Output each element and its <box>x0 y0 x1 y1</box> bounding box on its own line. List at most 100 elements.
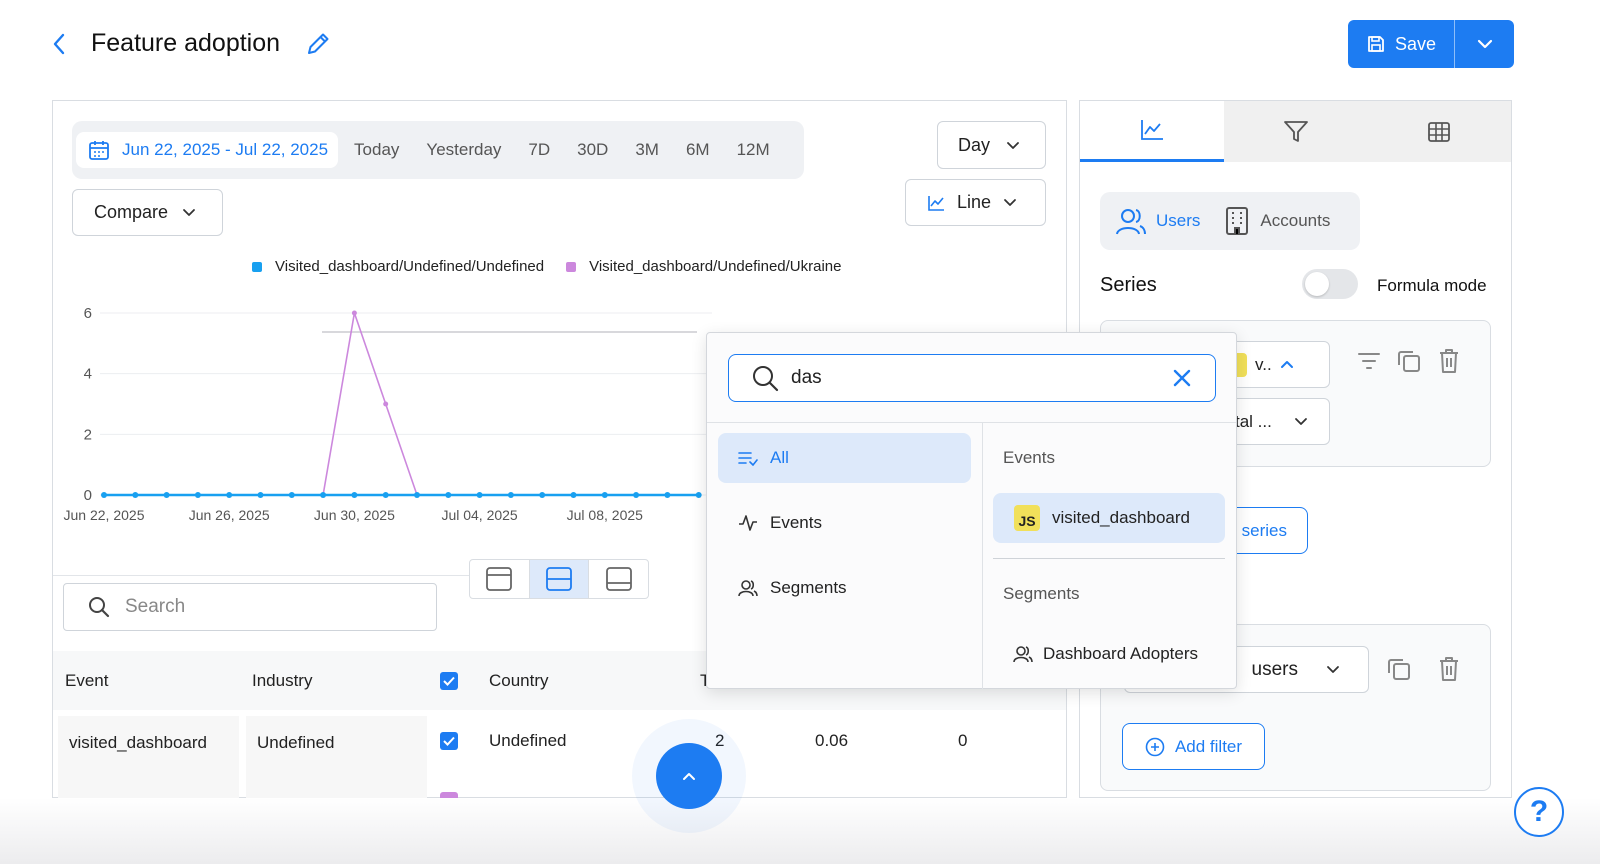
table-search[interactable]: Search <box>63 583 437 631</box>
chevron-down-icon <box>1477 39 1492 49</box>
tab-table[interactable] <box>1367 101 1511 162</box>
col-header-country[interactable]: Country <box>489 671 549 691</box>
range-3m[interactable]: 3M <box>619 121 670 179</box>
add-filter-button[interactable]: Add filter <box>1122 723 1265 770</box>
add-series-label: series <box>1241 520 1287 540</box>
back-button[interactable] <box>46 30 72 58</box>
date-range-label: Jun 22, 2025 - Jul 22, 2025 <box>122 140 329 159</box>
range-7d[interactable]: 7D <box>512 121 561 179</box>
category-segments[interactable]: Segments <box>718 563 971 613</box>
x-tick-label: Jul 04, 2025 <box>441 507 517 523</box>
x-tick-label: Jun 30, 2025 <box>314 507 395 523</box>
layout-toggle <box>469 559 649 599</box>
chart-type-label: Line <box>957 192 992 212</box>
interval-select[interactable]: Day <box>937 121 1046 169</box>
cell-bg-industry <box>246 716 427 798</box>
layout-split-button[interactable] <box>529 560 590 598</box>
formula-mode-toggle[interactable] <box>1302 269 1358 299</box>
select-all-checkbox[interactable] <box>440 672 458 690</box>
legend-item[interactable]: Visited_dashboard/Undefined/Undefined <box>252 258 544 275</box>
data-point <box>163 492 170 498</box>
tab-filter[interactable] <box>1223 101 1368 162</box>
data-point <box>351 492 358 498</box>
results-divider <box>993 558 1225 559</box>
save-label: Save <box>1394 33 1437 54</box>
y-tick-label: 4 <box>84 366 92 383</box>
events-section-header: Events <box>1003 448 1055 467</box>
data-point <box>695 492 702 498</box>
popover-search-value: das <box>791 367 822 388</box>
popover-search-input[interactable]: das <box>728 354 1216 402</box>
category-events[interactable]: Events <box>718 498 971 548</box>
layout-bottom-button[interactable] <box>589 560 648 598</box>
segment-result-item[interactable]: Dashboard Adopters <box>993 629 1225 679</box>
series-delete-button[interactable] <box>1438 348 1460 374</box>
activity-icon <box>739 515 757 531</box>
save-button[interactable]: Save <box>1348 20 1455 68</box>
series-filter-button[interactable] <box>1357 350 1381 372</box>
range-6m[interactable]: 6M <box>670 121 721 179</box>
legend-swatch <box>252 261 262 272</box>
popover-divider <box>707 422 1236 423</box>
help-button[interactable]: ? <box>1514 787 1564 837</box>
compare-button[interactable]: Compare <box>72 189 223 236</box>
segments-section-header: Segments <box>1003 584 1080 603</box>
col-header-event[interactable]: Event <box>65 671 108 691</box>
legend-item[interactable]: Visited_dashboard/Undefined/Ukraine <box>566 258 842 275</box>
plus-circle-icon <box>1145 737 1165 756</box>
data-point <box>570 492 577 498</box>
range-30d[interactable]: 30D <box>561 121 619 179</box>
save-options-button[interactable] <box>1455 20 1514 68</box>
col-header-industry[interactable]: Industry <box>252 671 312 691</box>
data-point <box>476 492 483 498</box>
range-yesterday[interactable]: Yesterday <box>410 121 512 179</box>
chevron-up-icon <box>1280 361 1293 368</box>
data-point <box>664 492 671 498</box>
js-badge: JS <box>1014 505 1040 531</box>
entity-accounts-option[interactable]: Accounts <box>1226 207 1330 235</box>
measure-select-label: tal ... <box>1235 411 1272 431</box>
row-checkbox[interactable] <box>440 732 458 750</box>
legend-label: Visited_dashboard/Undefined/Undefined <box>275 258 545 275</box>
x-tick-label: Jun 22, 2025 <box>64 507 145 523</box>
series-heading: Series <box>1100 274 1157 296</box>
edit-title-button[interactable] <box>304 30 332 58</box>
category-events-label: Events <box>770 513 822 532</box>
copy-icon <box>1388 659 1410 680</box>
y-tick-label: 2 <box>84 426 92 443</box>
breakdown-delete-button[interactable] <box>1438 656 1460 682</box>
date-range-picker[interactable]: Jun 22, 2025 - Jul 22, 2025 <box>76 132 339 168</box>
layout-bottom-icon <box>605 567 632 591</box>
cell-event: visited_dashboard <box>69 733 207 752</box>
data-point <box>194 492 201 498</box>
data-point <box>101 492 107 498</box>
legend-swatch <box>566 261 577 272</box>
entity-users-option[interactable]: Users <box>1116 207 1200 235</box>
data-point <box>383 401 389 407</box>
breakdown-duplicate-button[interactable] <box>1387 657 1411 681</box>
chart-type-select[interactable]: Line <box>905 179 1046 226</box>
category-all-label: All <box>770 448 789 467</box>
range-12m[interactable]: 12M <box>721 121 781 179</box>
series-duplicate-button[interactable] <box>1397 349 1421 373</box>
cell-average: 0.06 <box>815 731 849 750</box>
x-tick-label: Jul 08, 2025 <box>567 507 643 523</box>
date-range-bar: Jun 22, 2025 - Jul 22, 2025 Today Yester… <box>72 121 804 179</box>
range-today[interactable]: Today <box>338 121 410 179</box>
scroll-to-top-button[interactable] <box>656 743 722 809</box>
layout-top-icon <box>486 567 513 591</box>
data-point <box>507 492 514 498</box>
data-point <box>132 492 139 498</box>
clear-search-button[interactable] <box>1173 369 1191 387</box>
cell-total: 2 <box>715 731 725 750</box>
event-result-item[interactable]: JS visited_dashboard <box>993 493 1225 543</box>
tab-chart[interactable] <box>1080 101 1224 162</box>
checkmark-icon <box>443 736 455 746</box>
chevron-down-icon <box>1327 666 1339 673</box>
category-all[interactable]: All <box>718 433 971 483</box>
popover-column-divider <box>982 423 983 689</box>
y-tick-label: 6 <box>84 305 92 322</box>
layout-top-button[interactable] <box>470 560 530 598</box>
calendar-icon <box>89 141 109 160</box>
trash-icon <box>1440 657 1458 681</box>
